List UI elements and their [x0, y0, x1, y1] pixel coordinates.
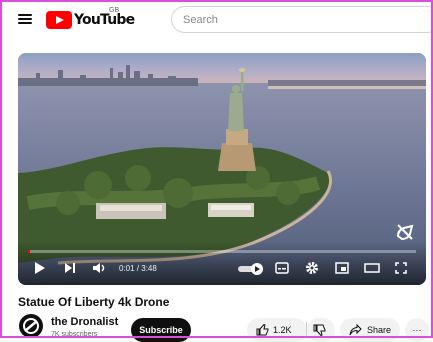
- fullscreen-icon[interactable]: [395, 262, 407, 274]
- share-icon: [349, 324, 362, 336]
- video-player[interactable]: 0:01 / 3:48: [18, 53, 426, 285]
- logo-text: YouTube: [74, 12, 135, 28]
- youtube-logo[interactable]: YouTube: [46, 11, 135, 29]
- autoplay-knob[interactable]: [251, 263, 263, 275]
- dislike-button[interactable]: [307, 318, 335, 342]
- channel-logo-icon: [23, 318, 39, 334]
- time-display: 0:01 / 3:48: [119, 264, 157, 273]
- video-title: Statue Of Liberty 4k Drone: [18, 295, 170, 309]
- like-count: 1.2K: [273, 325, 292, 335]
- avatar[interactable]: [19, 314, 43, 338]
- more-button[interactable]: ···: [405, 318, 429, 342]
- subscribe-button[interactable]: Subscribe: [131, 318, 191, 342]
- youtube-logo-icon: [46, 11, 72, 29]
- no-cast-icon[interactable]: [395, 222, 415, 242]
- dislike-icon: [313, 324, 326, 336]
- subscriber-count: 7K subscribers: [51, 331, 98, 338]
- country-code: GB: [109, 7, 120, 14]
- like-button[interactable]: 1.2K: [247, 318, 307, 342]
- theater-icon[interactable]: [364, 263, 380, 273]
- progress-bar[interactable]: [28, 250, 416, 253]
- miniplayer-icon[interactable]: [335, 262, 349, 274]
- search-box[interactable]: [171, 6, 433, 33]
- play-icon[interactable]: [34, 261, 46, 275]
- volume-icon[interactable]: [92, 262, 106, 274]
- masthead: YouTube GB: [0, 0, 433, 40]
- channel-name[interactable]: the Dronalist: [51, 316, 118, 328]
- search-input[interactable]: [181, 13, 425, 27]
- progress-fill: [28, 250, 30, 253]
- captions-icon[interactable]: [275, 262, 289, 274]
- share-button[interactable]: Share: [340, 318, 400, 342]
- share-label: Share: [367, 325, 392, 335]
- like-icon: [256, 324, 269, 336]
- next-icon[interactable]: [64, 262, 76, 274]
- settings-icon[interactable]: [305, 261, 319, 275]
- more-icon: ···: [412, 325, 422, 335]
- menu-icon[interactable]: [18, 14, 32, 25]
